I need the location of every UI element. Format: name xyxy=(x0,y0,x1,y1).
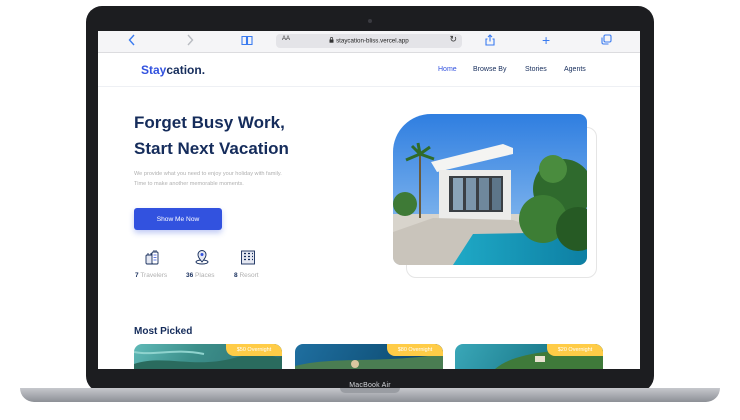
hero-image xyxy=(393,114,587,265)
hero-title-line2: Start Next Vacation xyxy=(134,139,289,158)
stat-places: 36 Places xyxy=(186,272,215,279)
back-icon[interactable] xyxy=(128,34,136,49)
traveler-icon xyxy=(144,249,160,265)
hero-description: We provide what you need to enjoy your h… xyxy=(134,171,282,187)
forward-icon[interactable] xyxy=(186,34,194,49)
nav-stories[interactable]: Stories xyxy=(525,66,547,73)
price-badge: $20 Overnight xyxy=(547,344,603,356)
device-label: MacBook Air xyxy=(349,382,391,389)
most-picked-card[interactable]: $20 Overnight xyxy=(455,344,603,369)
brand-part1: Stay xyxy=(141,63,167,77)
price-badge: $80 Overnight xyxy=(387,344,443,356)
most-picked-title: Most Picked xyxy=(134,326,193,337)
stat-places-label: Places xyxy=(195,272,215,279)
hero-title-line1: Forget Busy Work, xyxy=(134,113,285,132)
nav-home[interactable]: Home xyxy=(438,66,457,73)
camera-icon xyxy=(368,19,372,23)
price-badge: $50 Overnight xyxy=(226,344,282,356)
stat-resort: 8 Resort xyxy=(234,272,259,279)
most-picked-card[interactable]: $50 Overnight xyxy=(134,344,282,369)
url-display: staycation-bliss.vercel.app xyxy=(276,37,462,45)
browser-toolbar: AA staycation-bliss.vercel.app ↻ + xyxy=(98,31,640,53)
most-picked-card[interactable]: $80 Overnight xyxy=(295,344,443,369)
brand-logo[interactable]: Staycation. xyxy=(141,63,205,77)
building-icon xyxy=(240,249,256,265)
tabs-icon[interactable] xyxy=(601,34,612,48)
book-icon[interactable] xyxy=(241,34,253,49)
stat-travelers-label: Travelers xyxy=(140,272,168,279)
stat-travelers: 7 Travelers xyxy=(135,272,167,279)
header-divider xyxy=(98,86,640,87)
stat-travelers-value: 7 xyxy=(135,272,139,279)
nav-browse-by[interactable]: Browse By xyxy=(473,66,506,73)
stat-resort-label: Resort xyxy=(239,272,259,279)
show-me-now-button[interactable]: Show Me Now xyxy=(134,208,222,230)
stat-places-value: 36 xyxy=(186,272,194,279)
location-icon xyxy=(194,249,210,265)
lock-icon xyxy=(329,37,334,43)
share-icon[interactable] xyxy=(485,34,495,49)
stat-resort-value: 8 xyxy=(234,272,238,279)
reload-icon[interactable]: ↻ xyxy=(449,34,457,45)
browser-screen: AA staycation-bliss.vercel.app ↻ + Stayc… xyxy=(98,31,640,369)
hero-title: Forget Busy Work, Start Next Vacation xyxy=(134,110,334,162)
brand-part2: cation. xyxy=(166,63,206,77)
plus-icon[interactable]: + xyxy=(542,33,550,47)
nav-agents[interactable]: Agents xyxy=(564,66,586,73)
address-bar[interactable]: AA staycation-bliss.vercel.app ↻ xyxy=(276,34,462,48)
url-text: staycation-bliss.vercel.app xyxy=(336,37,409,45)
